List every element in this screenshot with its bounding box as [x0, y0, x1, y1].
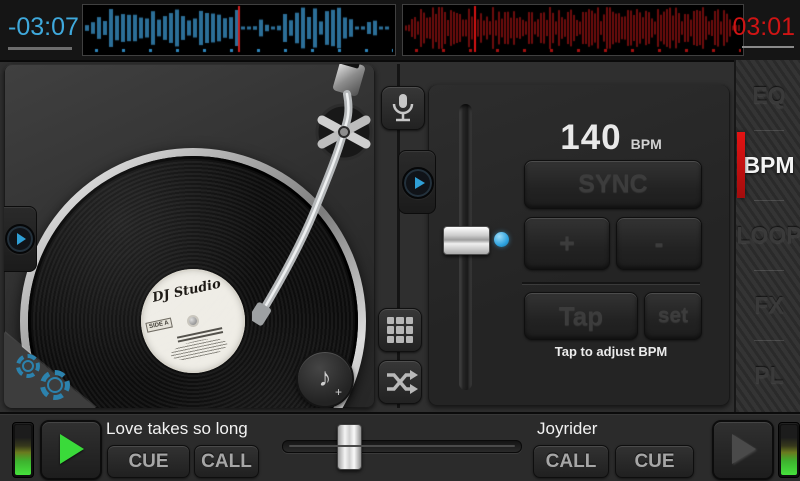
deck-a-pitch-bend-tab[interactable]	[4, 206, 37, 272]
settings-gear-icon[interactable]	[16, 354, 40, 378]
deck-a-time-underline	[8, 47, 72, 50]
grid-icon	[387, 317, 413, 343]
settings-gear-icon[interactable]	[40, 370, 70, 400]
spindle	[188, 316, 198, 326]
tap-hint-text: Tap to adjust BPM	[554, 344, 668, 359]
deck-a-cue-button[interactable]: CUE	[107, 445, 190, 478]
pitch-zero-indicator	[494, 232, 509, 247]
shuffle-button[interactable]	[378, 360, 422, 404]
bpm-minus-button[interactable]: -	[616, 217, 702, 270]
tab-bpm[interactable]: BPM	[736, 130, 800, 200]
pitch-slider-handle[interactable]	[443, 226, 490, 255]
sampler-pads-button[interactable]	[378, 308, 422, 352]
shuffle-icon	[387, 370, 418, 394]
transport-bar: Love takes so long CUE CALL Joyrider CAL…	[0, 412, 800, 481]
deck-b-call-button[interactable]: CALL	[533, 445, 609, 478]
play-circle-icon[interactable]	[402, 167, 434, 199]
deck-a-turntable-panel: DJ Studio SIDE A ♪ +	[4, 64, 375, 408]
play-icon	[732, 434, 756, 464]
music-note-icon: ♪	[318, 362, 332, 392]
sync-button[interactable]: SYNC	[524, 160, 702, 209]
bpm-plus-button[interactable]: +	[524, 217, 610, 270]
deck-b-waveform-canvas[interactable]	[403, 5, 741, 53]
deck-a-level-meter	[12, 422, 34, 478]
deck-a-waveform[interactable]	[82, 4, 396, 56]
deck-b-level-meter	[778, 422, 800, 478]
crossfader-track[interactable]	[282, 424, 522, 470]
deck-a-time: -03:07	[8, 13, 79, 41]
tab-pl[interactable]: PL	[736, 340, 800, 410]
sidebar-tabs: EQ BPM LOOP FX PL	[734, 60, 800, 412]
plus-icon: +	[334, 385, 342, 399]
dj-app: -03:07 03:01 DJ Studio SIDE A ♪ + 140 BP…	[0, 0, 800, 481]
play-icon	[60, 434, 84, 464]
bpm-unit: BPM	[630, 136, 662, 152]
bpm-divider	[522, 282, 700, 284]
microphone-icon	[392, 94, 414, 122]
deck-b-track-title: Joyrider	[537, 419, 598, 438]
waveform-bar: -03:07 03:01	[0, 0, 800, 62]
record-label: DJ Studio SIDE A	[131, 259, 255, 383]
tab-loop[interactable]: LOOP	[736, 200, 800, 270]
record-label-title: DJ Studio	[151, 276, 223, 306]
deck-a-play-button[interactable]	[40, 420, 102, 480]
deck-a-track-title: Love takes so long	[106, 419, 248, 438]
play-circle-icon[interactable]	[5, 224, 35, 254]
deck-a-call-button[interactable]: CALL	[194, 445, 259, 478]
set-button[interactable]: set	[644, 292, 702, 340]
load-track-button[interactable]: ♪ +	[296, 350, 354, 408]
record-side-badge: SIDE A	[145, 317, 173, 333]
deck-b-time-underline	[742, 46, 794, 48]
crossfader-handle[interactable]	[337, 424, 362, 470]
deck-b-play-button[interactable]	[712, 420, 774, 480]
tab-eq[interactable]: EQ	[736, 60, 800, 130]
pitch-slider-track[interactable]	[443, 104, 490, 390]
deck-b-waveform[interactable]	[402, 4, 744, 56]
record-tracklist-lines	[176, 325, 224, 344]
deck-b-cue-button[interactable]: CUE	[615, 445, 694, 478]
bpm-readout: 140 BPM	[522, 118, 700, 158]
deck-b-time: 03:01	[732, 13, 795, 41]
deck-a-waveform-canvas[interactable]	[83, 5, 393, 53]
record-fineprint	[168, 334, 230, 364]
deck-b-pitch-bend-tab[interactable]	[398, 150, 436, 214]
bpm-value: 140	[560, 118, 622, 157]
active-tab-indicator	[737, 132, 745, 198]
microphone-button[interactable]	[381, 86, 425, 130]
tab-fx[interactable]: FX	[736, 270, 800, 340]
tap-button[interactable]: Tap	[524, 292, 638, 340]
